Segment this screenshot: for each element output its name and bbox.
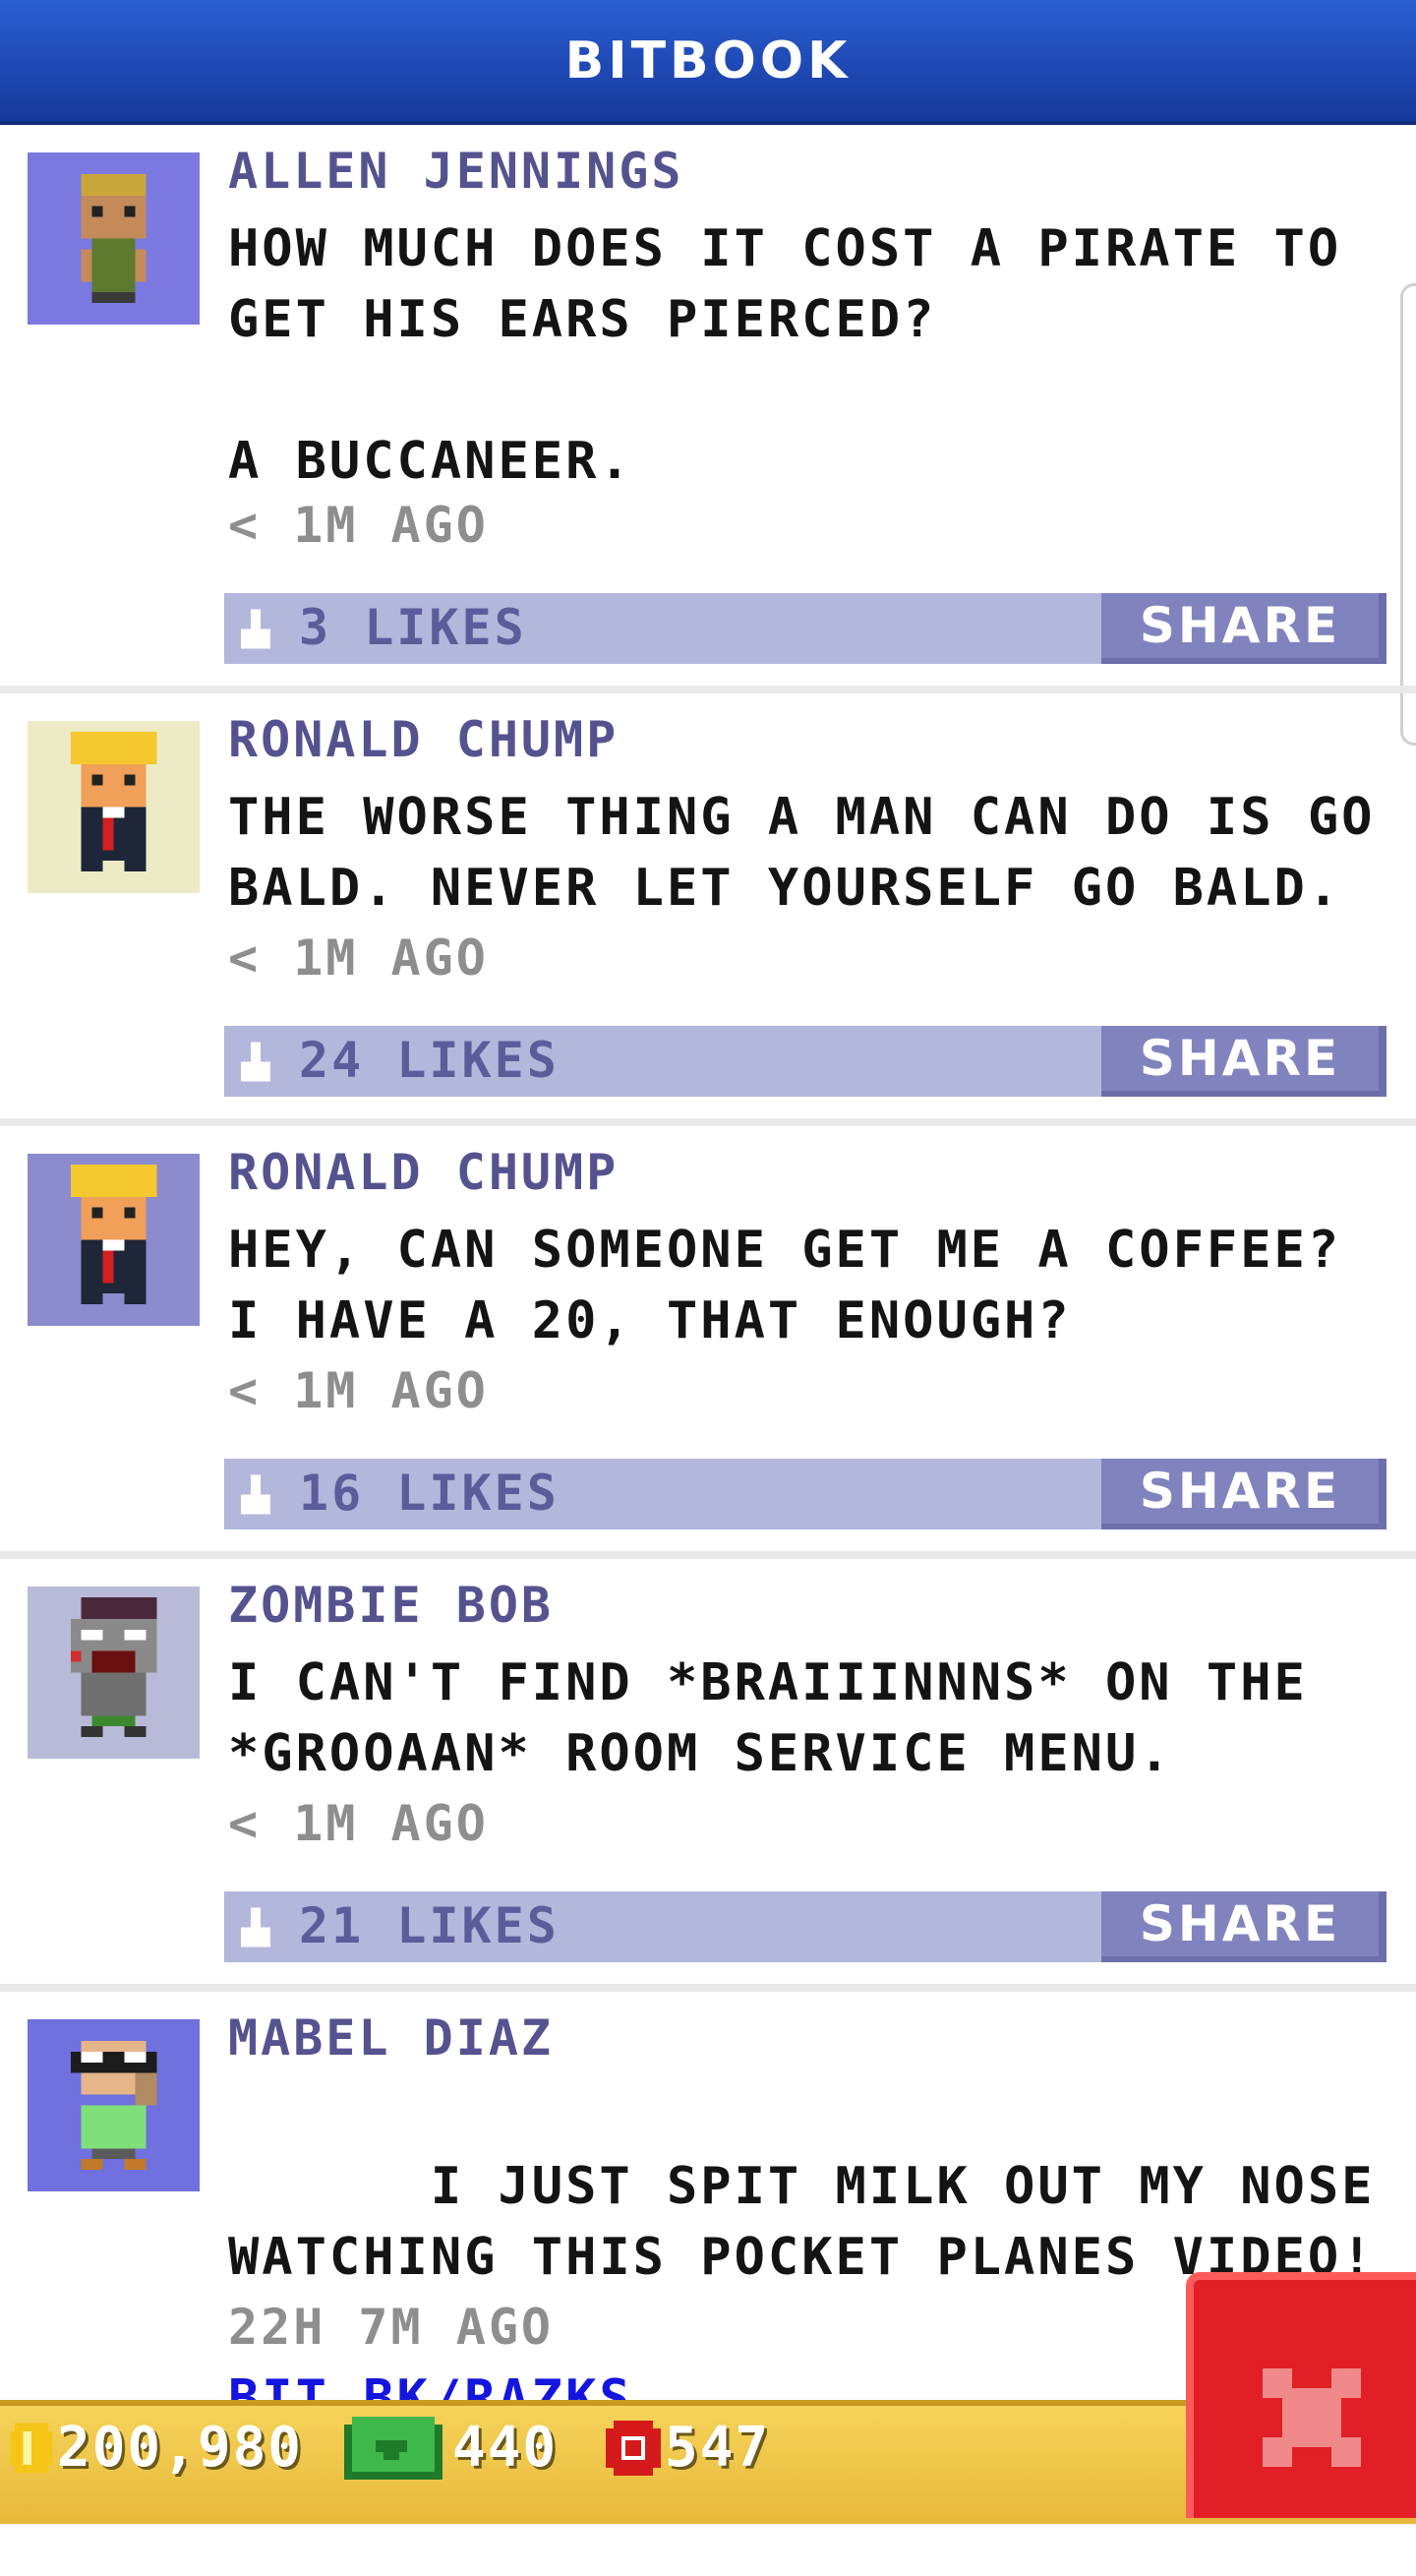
likes-count: 21 LIKES <box>299 1897 560 1954</box>
share-button[interactable]: SHARE <box>1101 1459 1386 1529</box>
avatar[interactable] <box>28 1587 200 1759</box>
post-time: 22H 7M AGO <box>228 2299 555 2356</box>
post-author[interactable]: RONALD CHUMP <box>228 1144 619 1201</box>
bux-icon <box>344 2416 442 2480</box>
like-icon[interactable] <box>236 1042 275 1087</box>
post-time: < 1M AGO <box>228 929 489 987</box>
post-time: < 1M AGO <box>228 1795 489 1852</box>
coin-icon <box>10 2422 53 2474</box>
feed-post: RONALD CHUMP THE WORSE THING A MAN CAN D… <box>0 693 1416 1126</box>
post-time: < 1M AGO <box>228 1362 489 1419</box>
avatar[interactable] <box>28 1154 200 1326</box>
coins-stat[interactable]: 200,980 <box>6 2416 303 2480</box>
close-button[interactable] <box>1186 2272 1416 2518</box>
likes-count: 24 LIKES <box>299 1032 560 1089</box>
page-title: BITBOOK <box>564 30 852 90</box>
like-icon[interactable] <box>236 1907 275 1952</box>
tickets-value: 547 <box>665 2416 771 2480</box>
likes-bar: 3 LIKES SHARE <box>224 593 1386 664</box>
likes-bar: 24 LIKES SHARE <box>224 1026 1386 1097</box>
post-message: THE WORSE THING A MAN CAN DO IS GO BALD.… <box>228 788 1376 918</box>
post-message-text: I JUST SPIT MILK OUT MY NOSE WATCHING TH… <box>228 2157 1376 2287</box>
app-header: BITBOOK <box>0 0 1416 125</box>
share-button[interactable]: SHARE <box>1101 1026 1386 1097</box>
likes-bar: 21 LIKES SHARE <box>224 1891 1386 1962</box>
post-message: HEY, CAN SOMEONE GET ME A COFFEE? I HAVE… <box>228 1221 1342 1350</box>
post-author[interactable]: ZOMBIE BOB <box>228 1577 554 1634</box>
post-message: HOW MUCH DOES IT COST A PIRATE TO GET HI… <box>228 219 1342 491</box>
bux-stat[interactable]: 440 <box>344 2416 558 2480</box>
close-icon <box>1263 2368 1361 2467</box>
like-icon[interactable] <box>236 1474 275 1520</box>
feed-post: ALLEN JENNINGS HOW MUCH DOES IT COST A P… <box>0 125 1416 693</box>
post-time: < 1M AGO <box>228 497 489 554</box>
ticket-icon <box>606 2420 661 2476</box>
post-author[interactable]: RONALD CHUMP <box>228 711 619 768</box>
avatar[interactable] <box>28 2019 200 2191</box>
post-message: I CAN'T FIND *BRAIIINNNS* ON THE *GROOAA… <box>228 1653 1308 1783</box>
avatar[interactable] <box>28 152 200 325</box>
post-author[interactable]: MABEL DIAZ <box>228 2009 554 2067</box>
coins-value: 200,980 <box>57 2416 304 2480</box>
like-icon[interactable] <box>236 609 275 654</box>
feed-post: ZOMBIE BOB I CAN'T FIND *BRAIIINNNS* ON … <box>0 1559 1416 1992</box>
share-button[interactable]: SHARE <box>1101 1891 1386 1962</box>
tickets-stat[interactable]: 547 <box>602 2416 770 2480</box>
likes-count: 3 LIKES <box>299 599 527 656</box>
feed-post: RONALD CHUMP HEY, CAN SOMEONE GET ME A C… <box>0 1126 1416 1559</box>
bux-value: 440 <box>452 2416 559 2480</box>
share-button[interactable]: SHARE <box>1101 593 1386 664</box>
post-author[interactable]: ALLEN JENNINGS <box>228 143 683 200</box>
likes-count: 16 LIKES <box>299 1465 560 1522</box>
likes-bar: 16 LIKES SHARE <box>224 1459 1386 1529</box>
avatar[interactable] <box>28 721 200 893</box>
